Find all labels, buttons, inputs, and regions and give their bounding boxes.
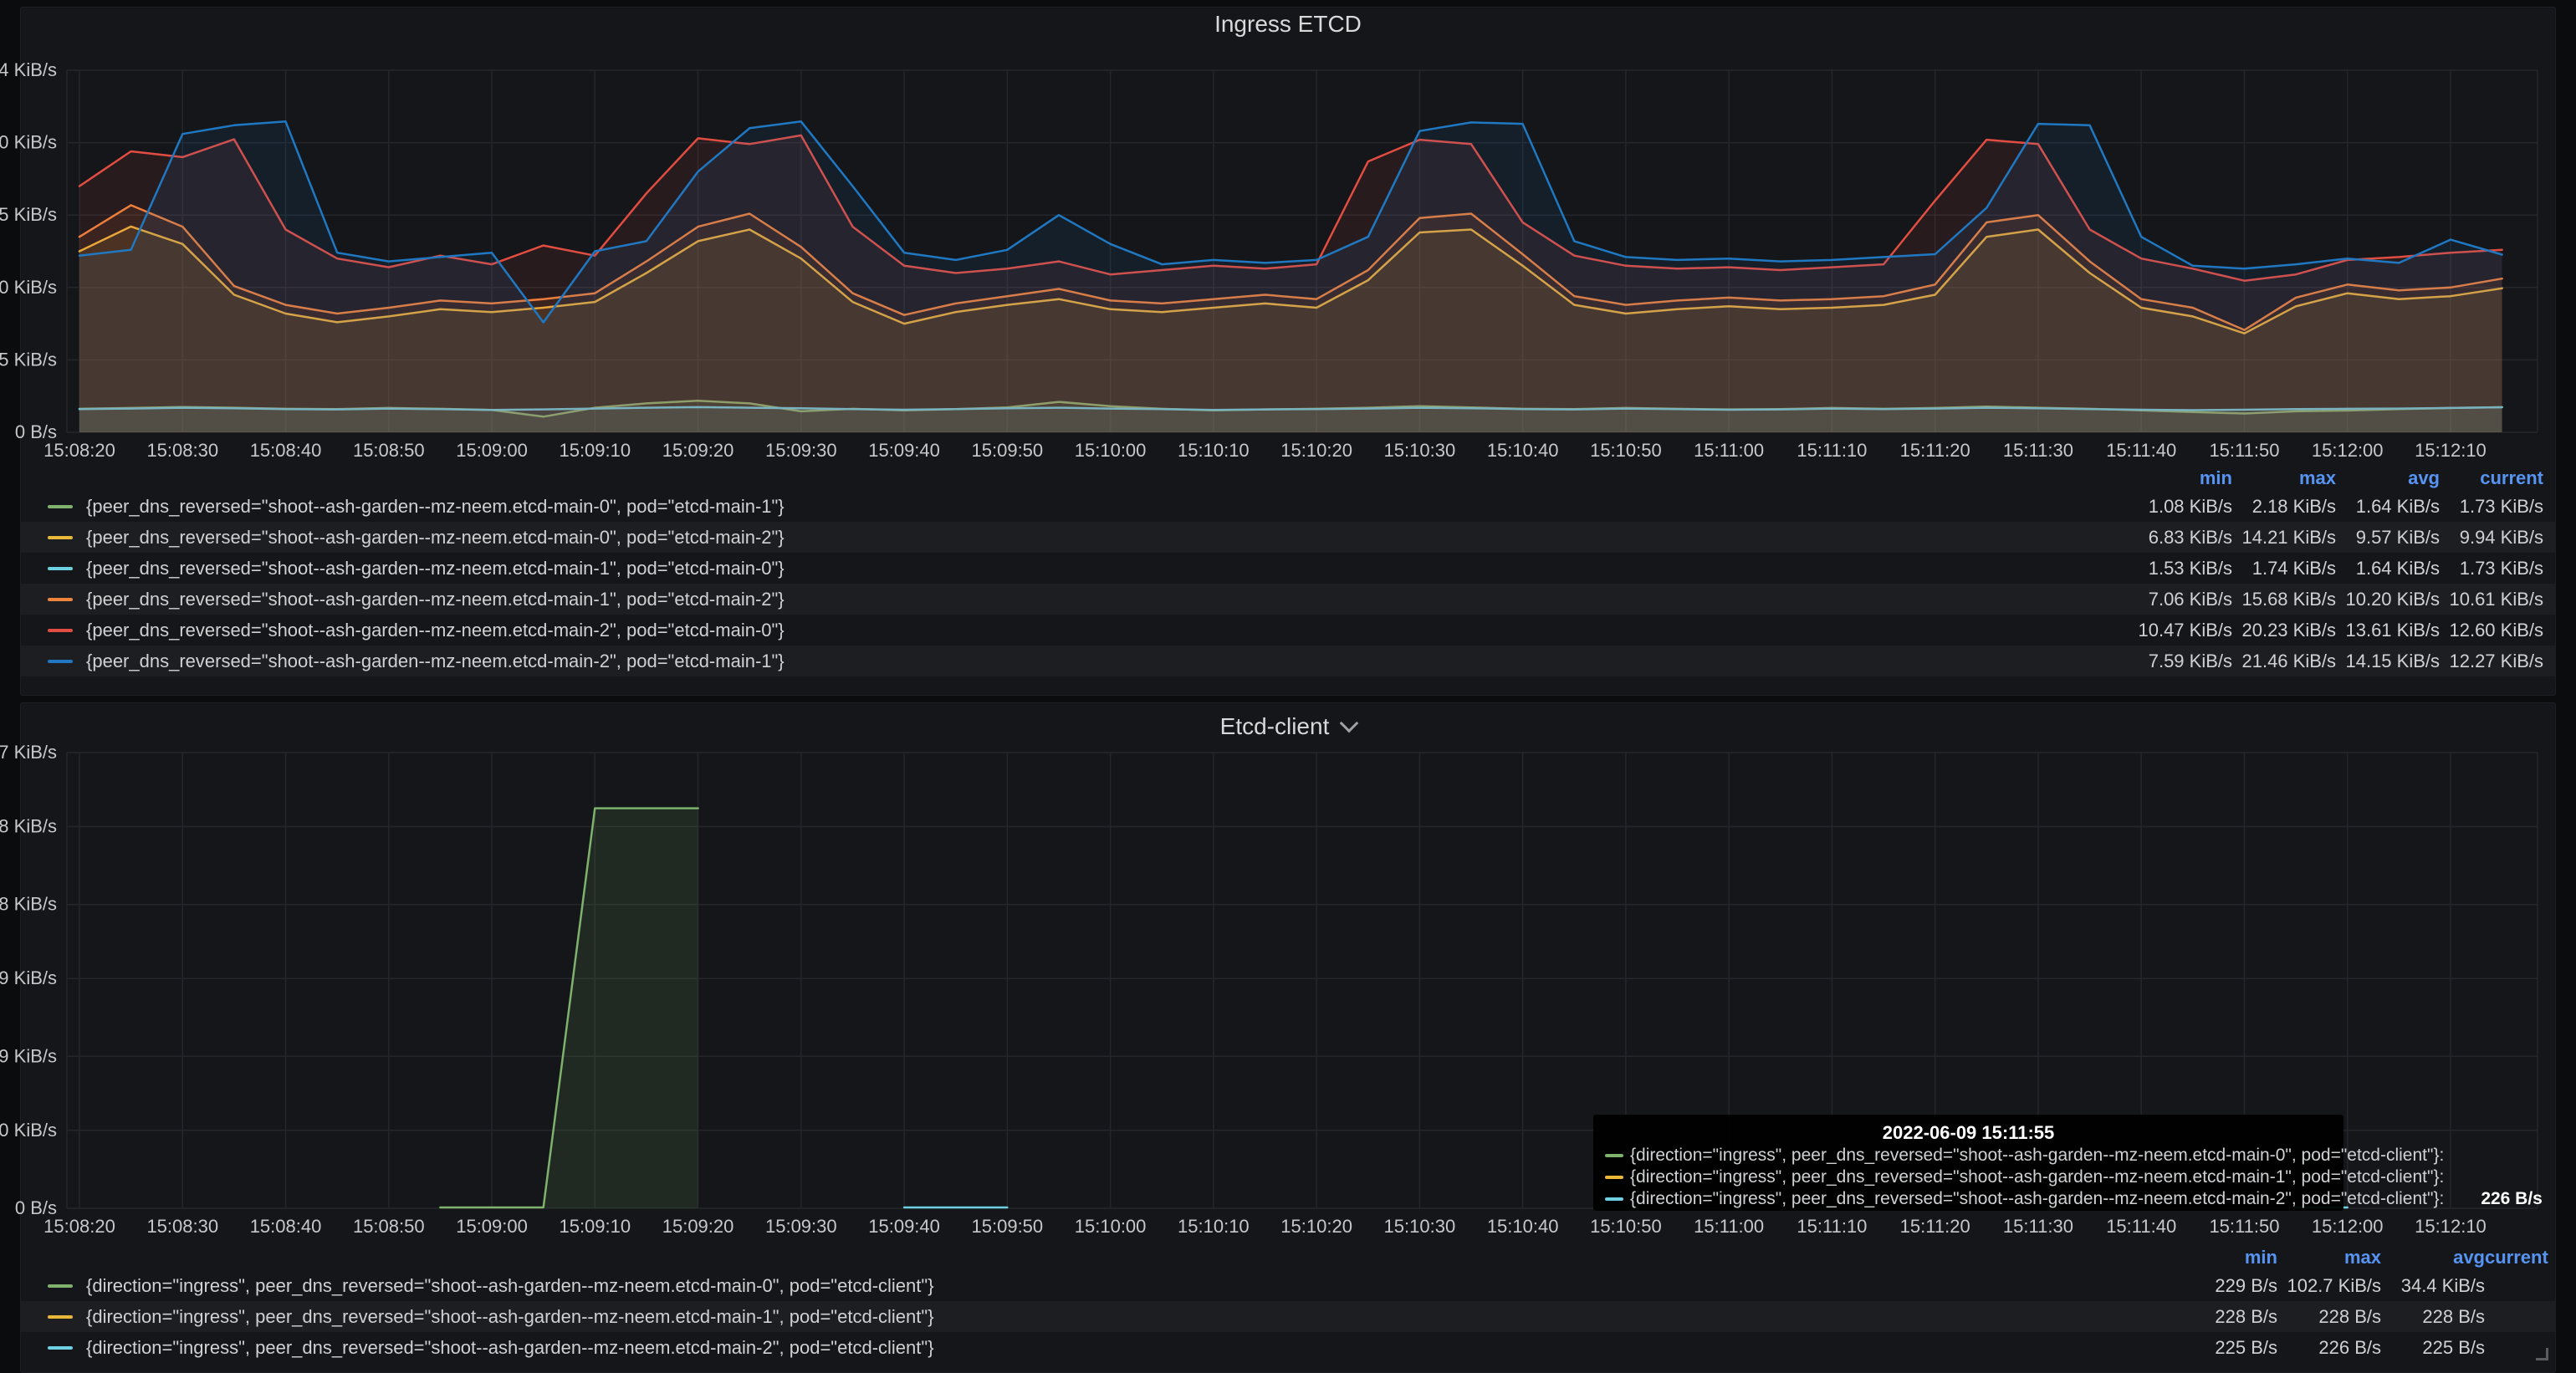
series-color-dash-icon (1605, 1154, 1623, 1157)
tooltip-row: {direction="ingress", peer_dns_reversed=… (1605, 1188, 2332, 1210)
legend-header-row: minmaxavgcurrent (21, 466, 2555, 491)
legend-header-min[interactable]: min (2129, 467, 2232, 489)
legend-value: 9.57 KiB/s (2336, 527, 2440, 549)
legend-value: 7.06 KiB/s (2129, 589, 2232, 610)
legend-value: 228 B/s (2277, 1306, 2381, 1328)
series-color-dash-icon (48, 1346, 73, 1350)
legend-value: 7.59 KiB/s (2129, 651, 2232, 672)
legend-series-label[interactable]: {peer_dns_reversed="shoot--ash-garden--m… (86, 651, 2129, 672)
legend-series-label[interactable]: {direction="ingress", peer_dns_reversed=… (86, 1337, 2174, 1359)
tooltip-timestamp: 2022-06-09 15:11:55 (1605, 1121, 2332, 1145)
legend-series-label[interactable]: {peer_dns_reversed="shoot--ash-garden--m… (86, 527, 2129, 549)
legend-header-current[interactable]: current (2440, 467, 2543, 489)
series-color-dash-icon (1605, 1197, 1623, 1201)
legend-value: 34.4 KiB/s (2381, 1275, 2485, 1297)
legend-value: 1.74 KiB/s (2232, 558, 2336, 579)
legend-value: 102.7 KiB/s (2277, 1275, 2381, 1297)
legend-value: 1.08 KiB/s (2129, 496, 2232, 518)
series-color-dash-icon (48, 1315, 73, 1319)
legend-value: 10.20 KiB/s (2336, 589, 2440, 610)
legend-value: 13.61 KiB/s (2336, 620, 2440, 641)
legend-header-max[interactable]: max (2232, 467, 2336, 489)
legend-value: 14.15 KiB/s (2336, 651, 2440, 672)
legend-row: {peer_dns_reversed="shoot--ash-garden--m… (21, 491, 2555, 522)
legend-row: {peer_dns_reversed="shoot--ash-garden--m… (21, 646, 2555, 676)
legend-value: 14.21 KiB/s (2232, 527, 2336, 549)
legend-header-row: minmaxavgcurrent (21, 1245, 2555, 1270)
legend-value: 21.46 KiB/s (2232, 651, 2336, 672)
tooltip-row: {direction="ingress", peer_dns_reversed=… (1605, 1145, 2332, 1166)
legend-header-avg[interactable]: avg (2381, 1247, 2485, 1268)
series-color-dash-icon (48, 598, 73, 601)
legend-row: {peer_dns_reversed="shoot--ash-garden--m… (21, 584, 2555, 615)
legend-series-label[interactable]: {peer_dns_reversed="shoot--ash-garden--m… (86, 558, 2129, 579)
legend-series-label[interactable]: {direction="ingress", peer_dns_reversed=… (86, 1275, 2174, 1297)
page-title: Ingress ETCD (1214, 11, 1362, 38)
panel-title-etcd-client[interactable]: Etcd-client (21, 703, 2555, 750)
legend-value: 12.27 KiB/s (2440, 651, 2543, 672)
legend-row: {direction="ingress", peer_dns_reversed=… (21, 1301, 2555, 1332)
legend-value: 228 B/s (2381, 1306, 2485, 1328)
series-color-dash-icon (48, 505, 73, 508)
tooltip-series-value: 226 B/s (2481, 1189, 2543, 1209)
legend-header-avg[interactable]: avg (2336, 467, 2440, 489)
panel-resize-handle[interactable] (2536, 1348, 2548, 1360)
legend-value: 1.64 KiB/s (2336, 558, 2440, 579)
series-color-dash-icon (48, 660, 73, 663)
legend-value: 1.53 KiB/s (2129, 558, 2232, 579)
legend-value: 2.18 KiB/s (2232, 496, 2336, 518)
legend-value: 1.73 KiB/s (2440, 496, 2543, 518)
legend-value: 10.47 KiB/s (2129, 620, 2232, 641)
legend-value: 20.23 KiB/s (2232, 620, 2336, 641)
legend-row: {peer_dns_reversed="shoot--ash-garden--m… (21, 522, 2555, 553)
legend-value: 229 B/s (2174, 1275, 2277, 1297)
series-color-dash-icon (48, 567, 73, 570)
legend-value: 10.61 KiB/s (2440, 589, 2543, 610)
legend-value: 1.64 KiB/s (2336, 496, 2440, 518)
chevron-down-icon (1340, 714, 1359, 733)
series-color-dash-icon (48, 629, 73, 632)
legend-value: 6.83 KiB/s (2129, 527, 2232, 549)
legend-row: {direction="ingress", peer_dns_reversed=… (21, 1332, 2555, 1363)
legend-value: 15.68 KiB/s (2232, 589, 2336, 610)
legend-value: 9.94 KiB/s (2440, 527, 2543, 549)
legend-value: 228 B/s (2174, 1306, 2277, 1328)
series-color-dash-icon (1605, 1176, 1623, 1179)
legend-header-current[interactable]: current (2485, 1247, 2543, 1268)
series-color-dash-icon (48, 536, 73, 539)
tooltip-series-label: {direction="ingress", peer_dns_reversed=… (1630, 1146, 2444, 1166)
legend-series-label[interactable]: {peer_dns_reversed="shoot--ash-garden--m… (86, 589, 2129, 610)
panel-title-ingress-etcd[interactable]: Ingress ETCD (21, 8, 2555, 41)
legend-ingress-etcd: minmaxavgcurrent {peer_dns_reversed="shoo… (21, 466, 2555, 676)
legend-value: 1.73 KiB/s (2440, 558, 2543, 579)
legend-header-min[interactable]: min (2174, 1247, 2277, 1268)
plot-area-ingress-etcd[interactable] (67, 70, 2538, 432)
legend-etcd-client: minmaxavgcurrent {direction="ingress", pe… (21, 1245, 2555, 1363)
legend-value: 225 B/s (2381, 1337, 2485, 1359)
legend-series-label[interactable]: {peer_dns_reversed="shoot--ash-garden--m… (86, 620, 2129, 641)
legend-value: 225 B/s (2174, 1337, 2277, 1359)
legend-header-max[interactable]: max (2277, 1247, 2381, 1268)
legend-value: 226 B/s (2277, 1337, 2381, 1359)
panel-title-text: Etcd-client (1220, 713, 1330, 740)
legend-row: {direction="ingress", peer_dns_reversed=… (21, 1270, 2555, 1301)
legend-value: 12.60 KiB/s (2440, 620, 2543, 641)
legend-series-label[interactable]: {direction="ingress", peer_dns_reversed=… (86, 1306, 2174, 1328)
series-color-dash-icon (48, 1284, 73, 1288)
tooltip-row: {direction="ingress", peer_dns_reversed=… (1605, 1166, 2332, 1188)
legend-row: {peer_dns_reversed="shoot--ash-garden--m… (21, 615, 2555, 646)
legend-row: {peer_dns_reversed="shoot--ash-garden--m… (21, 553, 2555, 584)
graph-tooltip: 2022-06-09 15:11:55 {direction="ingress"… (1593, 1115, 2343, 1211)
legend-series-label[interactable]: {peer_dns_reversed="shoot--ash-garden--m… (86, 496, 2129, 518)
tooltip-series-label: {direction="ingress", peer_dns_reversed=… (1630, 1167, 2444, 1187)
tooltip-series-label: {direction="ingress", peer_dns_reversed=… (1630, 1189, 2444, 1209)
